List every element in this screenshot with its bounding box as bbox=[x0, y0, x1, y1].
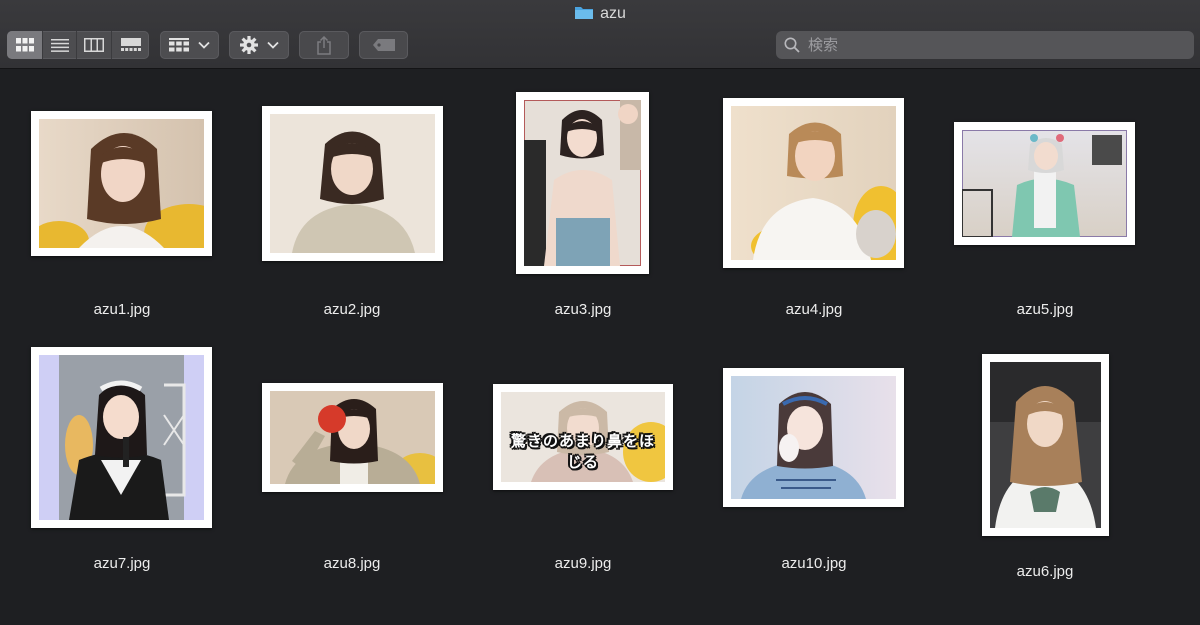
file-name: azu3.jpg bbox=[554, 301, 612, 318]
file-name: azu2.jpg bbox=[323, 301, 381, 318]
file-name: azu8.jpg bbox=[323, 555, 381, 572]
tag-icon bbox=[372, 39, 395, 51]
search-input[interactable] bbox=[806, 35, 1180, 55]
file-thumbnail[interactable]: 驚きのあまり鼻をほじる bbox=[493, 384, 673, 490]
list-view-button[interactable] bbox=[43, 31, 77, 59]
group-by-button[interactable] bbox=[160, 31, 219, 59]
photo-image bbox=[292, 131, 415, 253]
file-thumbnail[interactable] bbox=[262, 383, 443, 492]
file-thumbnail[interactable] bbox=[31, 111, 212, 256]
folder-icon bbox=[575, 7, 594, 19]
file-name: azu5.jpg bbox=[1016, 301, 1074, 318]
file-name: azu7.jpg bbox=[93, 555, 151, 572]
window-title-text: azu bbox=[600, 5, 626, 22]
file-thumbnail[interactable] bbox=[982, 354, 1109, 536]
file-icon-grid: azu1.jpg azu2.jpg azu3.jpg azu4.jpg azu5… bbox=[0, 69, 1200, 625]
share-icon bbox=[317, 35, 331, 55]
icon-view-button[interactable] bbox=[7, 31, 43, 59]
photo-image bbox=[39, 133, 204, 248]
group-grid-icon bbox=[169, 38, 189, 52]
photo-image bbox=[751, 122, 896, 260]
file-thumbnail[interactable] bbox=[31, 347, 212, 528]
gallery-view-button[interactable] bbox=[112, 31, 149, 59]
photo-image bbox=[990, 362, 1101, 528]
photo-image bbox=[524, 100, 641, 266]
window-title: azu bbox=[0, 4, 1200, 24]
tag-button[interactable] bbox=[359, 31, 408, 59]
column-view-button[interactable] bbox=[77, 31, 112, 59]
window-titlebar: azu bbox=[0, 0, 1200, 69]
search-field[interactable] bbox=[776, 31, 1194, 59]
file-name: azu1.jpg bbox=[93, 301, 151, 318]
photo-image bbox=[741, 392, 866, 499]
action-button[interactable] bbox=[229, 31, 289, 59]
photo-image bbox=[962, 134, 1122, 237]
file-thumbnail[interactable] bbox=[262, 106, 443, 261]
chevron-down-icon bbox=[266, 41, 279, 49]
file-thumbnail[interactable] bbox=[954, 122, 1135, 245]
file-name: azu6.jpg bbox=[1016, 563, 1074, 580]
file-name: azu9.jpg bbox=[554, 555, 612, 572]
share-button[interactable] bbox=[299, 31, 349, 59]
photo-image bbox=[59, 355, 186, 520]
gallery-icon bbox=[120, 38, 141, 51]
search-icon bbox=[784, 37, 800, 53]
file-thumbnail[interactable] bbox=[723, 368, 904, 507]
file-thumbnail[interactable] bbox=[723, 98, 904, 268]
gear-icon bbox=[239, 36, 258, 54]
photo-caption: 驚きのあまり鼻をほじる bbox=[510, 432, 655, 471]
list-icon bbox=[50, 38, 69, 52]
file-name: azu4.jpg bbox=[785, 301, 843, 318]
photo-image bbox=[285, 399, 435, 484]
file-name: azu10.jpg bbox=[781, 555, 847, 572]
chevron-down-icon bbox=[198, 41, 210, 49]
grid-icon bbox=[15, 38, 34, 52]
view-mode-control bbox=[7, 31, 149, 59]
columns-icon bbox=[84, 38, 104, 52]
file-thumbnail[interactable] bbox=[516, 92, 649, 274]
